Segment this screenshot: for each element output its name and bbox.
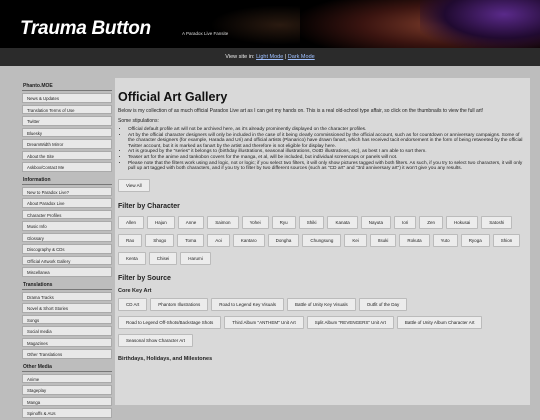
banner-art-glow-purple: [420, 0, 540, 48]
sidebar-item[interactable]: Miscellanea: [22, 267, 112, 277]
sidebar-item[interactable]: New to Paradox Live?: [22, 186, 112, 196]
source-filter-button[interactable]: Third Album "ANTHEM" Unit Art: [224, 315, 304, 329]
main-content: Official Art Gallery Below is my collect…: [115, 78, 530, 405]
character-filter-button[interactable]: Ryu: [271, 215, 296, 229]
sidebar-item[interactable]: Other Translations: [22, 349, 112, 359]
character-filter-button[interactable]: Nayuta: [360, 215, 391, 229]
character-filter-button[interactable]: Iori: [393, 215, 417, 229]
source-filter-button[interactable]: Split Album "REVENGERS" Unit Art: [306, 315, 394, 329]
character-filter-button[interactable]: Rao: [118, 233, 143, 247]
character-filter-button[interactable]: Hokusai: [446, 215, 479, 229]
stipulation-item: Art by the official character designers …: [128, 133, 527, 150]
character-filter-button[interactable]: Dongha: [267, 233, 300, 247]
sidebar-item[interactable]: Social media: [22, 326, 112, 336]
character-filter-button[interactable]: Toma: [177, 233, 205, 247]
light-mode-link[interactable]: Light Mode: [256, 54, 283, 60]
source-filter-row: Road to Legend Off-Shots/Backstage Shots…: [118, 315, 527, 332]
stipulations-label: Some stipulations:: [118, 118, 159, 124]
sidebar-item[interactable]: DreamWidth Mirror: [22, 139, 112, 149]
character-filter-button[interactable]: Satoshi: [481, 215, 513, 229]
stipulations-list: Official default profile art will not be…: [128, 127, 527, 172]
source-filter-button[interactable]: Seasonal Show Character Art: [118, 333, 194, 347]
character-filter-button[interactable]: Chungsung: [302, 233, 342, 247]
character-filter-button[interactable]: Aoi: [207, 233, 230, 247]
character-filter-button[interactable]: Itsuki: [369, 233, 397, 247]
view-mode-separator: |: [284, 54, 287, 60]
sidebar-item[interactable]: Music Info: [22, 221, 112, 231]
sidebar-item[interactable]: About the Site: [22, 150, 112, 160]
source-filter-button[interactable]: Road to Legend Key Visuals: [211, 297, 285, 311]
sidebar-item[interactable]: Character Profiles: [22, 209, 112, 219]
sidebar-item[interactable]: Magazines: [22, 337, 112, 347]
site-banner: Trauma Button A Paradox Live Fansite: [0, 0, 540, 48]
character-filter-button[interactable]: Kenta: [118, 251, 146, 265]
sidebar-section-heading: Phanto.MOE: [22, 82, 112, 91]
view-mode-bar: View site in: Light Mode | Dark Mode: [0, 48, 540, 66]
core-key-art-heading: Core Key Art: [118, 287, 152, 294]
character-filter-button[interactable]: Kanata: [327, 215, 358, 229]
page-title: Official Art Gallery: [118, 90, 228, 104]
stipulation-item: Please note that the filters work using …: [128, 161, 527, 172]
sidebar-item[interactable]: Askbox/Contact Me: [22, 162, 112, 172]
sidebar-item[interactable]: Translation Terms of Use: [22, 104, 112, 114]
sidebar-item[interactable]: Novel & Short Stories: [22, 303, 112, 313]
character-filter-button[interactable]: Shiki: [298, 215, 325, 229]
sidebar-item[interactable]: Songs: [22, 314, 112, 324]
character-filter-button[interactable]: Hajun: [147, 215, 175, 229]
character-filter-button[interactable]: Saimon: [207, 215, 239, 229]
character-filter-button[interactable]: Anne: [177, 215, 205, 229]
source-filter-button[interactable]: CD Art: [118, 297, 148, 311]
character-filter-button[interactable]: Kantaro: [232, 233, 265, 247]
view-mode-label: View site in:: [225, 54, 255, 60]
intro-text: Below is my collection of as much offici…: [118, 108, 484, 114]
character-filter-group: Allen Hajun Anne Saimon Yohei Ryu Shiki Kanata N…: [118, 215, 527, 268]
character-filter-row: Allen Hajun Anne Saimon Yohei Ryu Shiki Kanata N…: [118, 215, 527, 232]
character-filter-row: Rao Shogo Toma Aoi Kantaro Dongha Chungsung Kei…: [118, 233, 527, 250]
source-filter-button[interactable]: Phantom Illustrations: [150, 297, 209, 311]
character-filter-button[interactable]: Chisei: [148, 251, 178, 265]
sidebar-section-heading: Translations: [22, 281, 112, 290]
character-filter-button[interactable]: Ryoga: [460, 233, 490, 247]
character-filter-button[interactable]: Shion: [492, 233, 521, 247]
character-filter-button[interactable]: Kei: [344, 233, 367, 247]
sidebar-item[interactable]: Drama Tracks: [22, 291, 112, 301]
view-all-button[interactable]: View All: [118, 178, 150, 192]
character-filter-button[interactable]: Allen: [118, 215, 145, 229]
sidebar-section-heading: Other Media: [22, 363, 112, 372]
character-filter-button[interactable]: Zen: [419, 215, 444, 229]
sidebar-item[interactable]: Spinoffs & AUs: [22, 408, 112, 418]
sidebar-item[interactable]: Official Artwork Gallery: [22, 255, 112, 265]
sidebar-section-heading: Information: [22, 176, 112, 185]
source-filter-row: Seasonal Show Character Art: [118, 333, 527, 350]
core-art-filter-group: CD Art Phantom Illustrations Road to Legen…: [118, 297, 527, 350]
filter-source-heading: Filter by Source: [118, 274, 171, 282]
sidebar-item[interactable]: News & Updates: [22, 93, 112, 103]
character-filter-button[interactable]: Yuto: [432, 233, 458, 247]
sidebar-item[interactable]: Glossary: [22, 232, 112, 242]
source-filter-button[interactable]: Road to Legend Off-Shots/Backstage Shots: [118, 315, 222, 329]
dark-mode-link[interactable]: Dark Mode: [288, 54, 315, 60]
source-filter-button[interactable]: Battle of Unity Key Visuals: [287, 297, 356, 311]
source-filter-button[interactable]: Battle of Unity Album Character Art: [396, 315, 483, 329]
sidebar-item[interactable]: Stageplay: [22, 385, 112, 395]
source-filter-button[interactable]: Outfit of the Day: [358, 297, 408, 311]
sidebar-item[interactable]: About Paradox Live: [22, 198, 112, 208]
sidebar-nav: Phanto.MOE News & Updates Translation Term…: [22, 78, 112, 420]
character-filter-button[interactable]: Rokuta: [399, 233, 430, 247]
sidebar-item[interactable]: Discography & CDs: [22, 244, 112, 254]
site-title[interactable]: Trauma Button: [20, 18, 151, 40]
source-filter-row: CD Art Phantom Illustrations Road to Legen…: [118, 297, 527, 314]
character-filter-button[interactable]: Harumi: [180, 251, 211, 265]
character-filter-button[interactable]: Shogo: [145, 233, 175, 247]
sidebar-item[interactable]: Twitter: [22, 116, 112, 126]
birthdays-heading: Birthdays, Holidays, and Milestones: [118, 355, 213, 362]
site-subtitle: A Paradox Live Fansite: [182, 31, 229, 36]
sidebar-item[interactable]: Anime: [22, 373, 112, 383]
character-filter-button[interactable]: Yohei: [241, 215, 269, 229]
character-filter-row: Kenta Chisei Harumi: [118, 251, 527, 268]
filter-character-heading: Filter by Character: [118, 202, 180, 210]
sidebar-item[interactable]: Bluesky: [22, 127, 112, 137]
